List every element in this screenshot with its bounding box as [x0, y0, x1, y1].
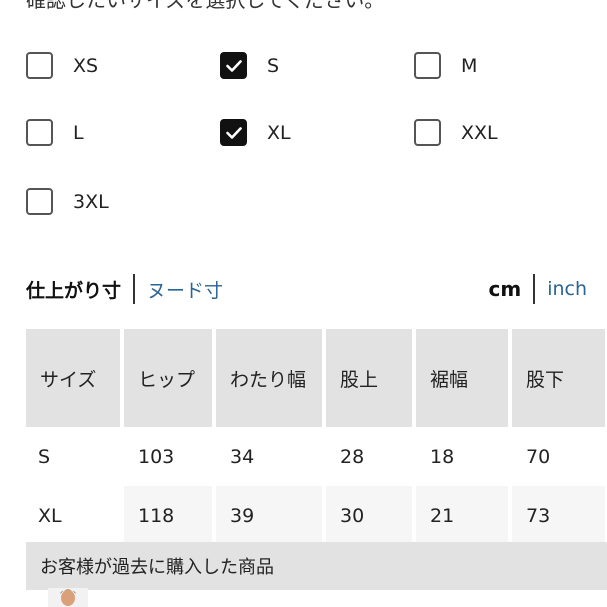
column-header: わたり幅: [214, 329, 326, 427]
checkbox[interactable]: [220, 119, 247, 146]
size-label: S: [267, 54, 280, 77]
size-option-xl[interactable]: XL: [220, 119, 291, 146]
size-label: L: [73, 121, 84, 144]
purchased-products-header: お客様が過去に購入した商品: [26, 542, 607, 590]
checkbox[interactable]: [26, 52, 53, 79]
body-size-link[interactable]: ヌード寸: [147, 276, 223, 303]
table-row: S 103 34 28 18 70: [26, 427, 607, 486]
checkbox[interactable]: [414, 52, 441, 79]
checkbox[interactable]: [26, 188, 53, 215]
size-option-s[interactable]: S: [220, 52, 279, 79]
size-option-xxl[interactable]: XXL: [414, 119, 498, 146]
table-cell: 18: [414, 427, 512, 486]
checkmark-icon: [225, 59, 242, 72]
table-cell: 118: [122, 486, 216, 545]
column-header: 股下: [510, 329, 607, 427]
size-label: XXL: [461, 121, 498, 144]
size-option-xs[interactable]: XS: [26, 52, 98, 79]
size-label: M: [461, 54, 478, 77]
column-header: ヒップ: [122, 329, 216, 427]
size-label: 3XL: [73, 190, 109, 213]
table-cell: 34: [214, 427, 326, 486]
table-cell: 28: [324, 427, 416, 486]
table-cell: 30: [324, 486, 416, 545]
table-cell: 21: [414, 486, 512, 545]
column-header: サイズ: [26, 329, 124, 427]
unit-cm[interactable]: cm: [488, 277, 521, 301]
column-header: 裾幅: [414, 329, 512, 427]
unit-toggle: cm inch: [488, 272, 587, 306]
divider: [133, 274, 136, 304]
person-icon: [48, 588, 88, 607]
finished-size-tab[interactable]: 仕上がり寸: [26, 276, 121, 303]
table-cell: 39: [214, 486, 326, 545]
size-select-heading: 確認したいサイズを選択してください。: [26, 0, 385, 12]
table-header-row: サイズ ヒップ わたり幅 股上 裾幅 股下: [26, 329, 607, 427]
size-option-m[interactable]: M: [414, 52, 477, 79]
table-cell: S: [26, 427, 124, 486]
table-cell: 70: [510, 427, 607, 486]
purchased-products-label: お客様が過去に購入した商品: [40, 557, 274, 578]
checkmark-icon: [225, 126, 242, 139]
measurement-toggle-row: 仕上がり寸 ヌード寸 cm inch: [26, 272, 607, 306]
table-cell: 73: [510, 486, 607, 545]
checkbox[interactable]: [26, 119, 53, 146]
column-header: 股上: [324, 329, 416, 427]
table-cell: 103: [122, 427, 216, 486]
measurement-type-toggle: 仕上がり寸 ヌード寸: [26, 272, 223, 306]
size-chart-table: サイズ ヒップ わたり幅 股上 裾幅 股下 S 103 34 28 18 70 …: [26, 329, 607, 545]
product-thumbnail[interactable]: [48, 588, 88, 607]
unit-inch-link[interactable]: inch: [547, 278, 587, 300]
table-cell: XL: [26, 486, 124, 545]
size-option-l[interactable]: L: [26, 119, 84, 146]
size-label: XL: [267, 121, 291, 144]
checkbox[interactable]: [220, 52, 247, 79]
checkbox[interactable]: [414, 119, 441, 146]
size-option-3xl[interactable]: 3XL: [26, 188, 109, 215]
size-label: XS: [73, 54, 99, 77]
divider: [533, 274, 536, 304]
table-row: XL 118 39 30 21 73: [26, 486, 607, 545]
